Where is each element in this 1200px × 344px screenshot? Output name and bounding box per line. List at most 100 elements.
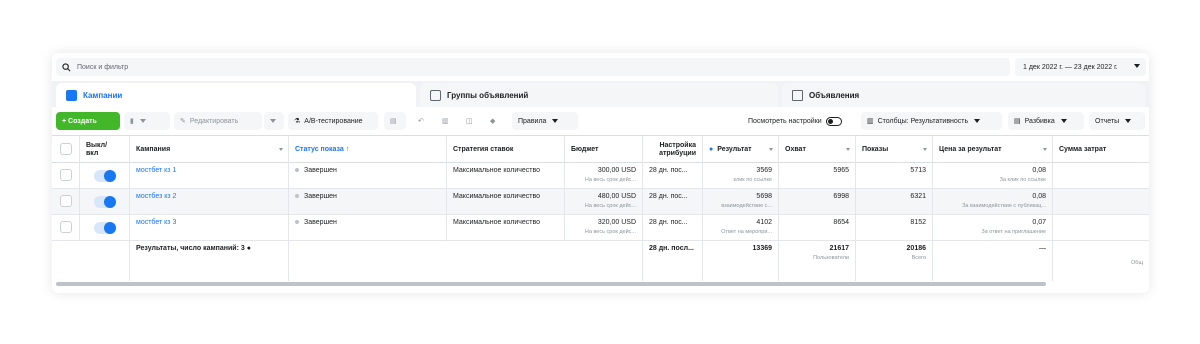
reach-cell: 8654 [779, 215, 856, 241]
campaigns-table: Выкл/ вкл Кампания Статус показа ↑ Страт… [52, 135, 1149, 285]
breakdown-button[interactable]: ▤ Разбивка [1008, 112, 1084, 130]
status-dot-icon [295, 168, 299, 173]
totals-reach: 21617 Пользователи [779, 241, 856, 281]
reports-button[interactable]: Отчеты [1089, 112, 1145, 130]
campaign-name-link[interactable]: мостбет кз 1 [130, 163, 289, 189]
col-impressions[interactable]: Показы [856, 136, 933, 163]
bid-cell: Максимальное количество [447, 163, 565, 189]
copy-icon: ▮ [130, 118, 134, 125]
col-spend[interactable]: Сумма затрат [1053, 136, 1149, 163]
status-dot-icon [295, 220, 299, 225]
campaign-name-link[interactable]: мостбез кз 2 [130, 189, 289, 215]
row-checkbox[interactable] [60, 221, 72, 233]
cost-cell: 0,08 За клик по ссылке [933, 163, 1053, 189]
result-cell: 4102 Ответ на меропри... [703, 215, 779, 241]
status-dot-icon [295, 194, 299, 199]
impressions-cell: 5713 [856, 163, 933, 189]
folder-icon [66, 89, 77, 101]
col-label: Результат [717, 146, 752, 153]
status-cell: Завершен [289, 163, 447, 189]
impressions-cell: 8152 [856, 215, 933, 241]
select-all-checkbox[interactable] [60, 143, 72, 155]
tab-campaigns[interactable]: Кампании [56, 83, 416, 107]
reach-cell: 5965 [779, 163, 856, 189]
bid-cell: Максимальное количество [447, 215, 565, 241]
onoff-cell [80, 215, 130, 241]
attribution-cell: 28 дн. пос... [643, 215, 703, 241]
table-row[interactable]: мостбез кз 2 Завершен Максимальное колич… [52, 189, 1149, 215]
budget-cell[interactable]: 300,00 USD На весь срок дейс... [565, 163, 643, 189]
date-range-picker[interactable]: 1 дек 2022 г. — 23 дек 2022 г. [1015, 58, 1146, 76]
budget-sub: На весь срок дейс... [584, 177, 636, 183]
row-select-cell [52, 163, 80, 189]
create-button[interactable]: + Создать [56, 112, 120, 130]
col-budget[interactable]: Бюджет [565, 136, 643, 163]
sort-icon [769, 148, 773, 151]
budget-cell[interactable]: 480,00 USD На весь срок дейс... [565, 189, 643, 215]
spend-cell [1053, 163, 1149, 189]
col-cost-per-result[interactable]: Цена за результат [933, 136, 1053, 163]
cost-sub: За взаимодействие с публикац... [962, 203, 1046, 209]
chevron-down-icon [1125, 119, 1132, 123]
view-settings-toggle[interactable]: Посмотреть настройки [742, 112, 858, 130]
undo-button[interactable]: ↶ [412, 112, 434, 130]
search-input[interactable]: Поиск и фильтр [56, 58, 1010, 76]
chevron-down-icon [552, 119, 559, 123]
info-icon[interactable]: ● [247, 245, 251, 252]
tab-ad-sets[interactable]: Группы объявлений [420, 83, 778, 107]
cost-sub: За клик по ссылке [999, 177, 1046, 183]
tag-icon: ◆ [490, 118, 496, 125]
result-sub: клик по ссылке [733, 177, 772, 183]
duplicate-button[interactable]: ▮ [124, 112, 170, 130]
ab-test-button[interactable]: ⚗ A/B-тестирование [288, 112, 378, 130]
campaign-name-link[interactable]: мостбет кз 3 [130, 215, 289, 241]
col-attribution[interactable]: Настройка атрибуции [643, 136, 703, 163]
tag-button[interactable]: ◆ [484, 112, 506, 130]
col-status[interactable]: Статус показа ↑ [289, 136, 447, 163]
preview-button[interactable]: ◫ [460, 112, 482, 130]
cost-value: 0,08 [1032, 193, 1046, 200]
budget-sub: На весь срок дейс... [584, 229, 636, 235]
tab-ads[interactable]: Объявления [782, 83, 1145, 107]
attribution-cell: 28 дн. пос... [643, 189, 703, 215]
totals-reach-sub: Пользователи [813, 255, 849, 261]
rules-button[interactable]: Правила [512, 112, 578, 130]
delete-button[interactable]: ▥ [436, 112, 458, 130]
col-bid-strategy[interactable]: Стратегия ставок [447, 136, 565, 163]
campaign-toggle[interactable] [94, 222, 116, 234]
status-cell: Завершен [289, 215, 447, 241]
totals-result: 13369 [703, 241, 779, 281]
tab-label: Объявления [809, 90, 860, 100]
search-placeholder: Поиск и фильтр [77, 63, 129, 71]
table-row[interactable]: мостбет кз 3 Завершен Максимальное колич… [52, 215, 1149, 241]
col-result[interactable]: ● Результат [703, 136, 779, 163]
attribution-cell: 28 дн. пос... [643, 163, 703, 189]
totals-spend-sub: Общ [1131, 260, 1143, 266]
totals-row: Результаты, число кампаний: 3 ● 28 дн. п… [52, 241, 1149, 281]
totals-impressions: 20186 Всего [856, 241, 933, 281]
row-checkbox[interactable] [60, 169, 72, 181]
impressions-cell: 6321 [856, 189, 933, 215]
horizontal-scrollbar[interactable] [56, 282, 1046, 286]
budget-cell[interactable]: 320,00 USD На весь срок дейс... [565, 215, 643, 241]
campaign-toggle[interactable] [94, 170, 116, 182]
row-checkbox[interactable] [60, 195, 72, 207]
col-onoff[interactable]: Выкл/ вкл [80, 136, 130, 163]
trash-icon: ▥ [442, 118, 449, 125]
columns-button[interactable]: ▥ Столбцы: Результативность [861, 112, 1002, 130]
col-campaign[interactable]: Кампания [130, 136, 289, 163]
chevron-down-icon [270, 119, 276, 123]
col-label: Стратегия ставок [453, 146, 514, 153]
chevron-down-icon [974, 119, 981, 123]
onoff-cell [80, 189, 130, 215]
sort-icon [923, 148, 927, 151]
table-row[interactable]: мостбет кз 1 Завершен Максимальное колич… [52, 163, 1149, 189]
edit-button[interactable]: ✎ Редактировать [174, 112, 262, 130]
col-reach[interactable]: Охват [779, 136, 856, 163]
totals-label: Результаты, число кампаний: 3 [136, 245, 245, 252]
col-label: Охват [785, 146, 806, 153]
edit-menu-button[interactable] [264, 112, 284, 130]
totals-empty [289, 241, 643, 281]
clipboard-button[interactable]: ▤ [384, 112, 406, 130]
campaign-toggle[interactable] [94, 196, 116, 208]
